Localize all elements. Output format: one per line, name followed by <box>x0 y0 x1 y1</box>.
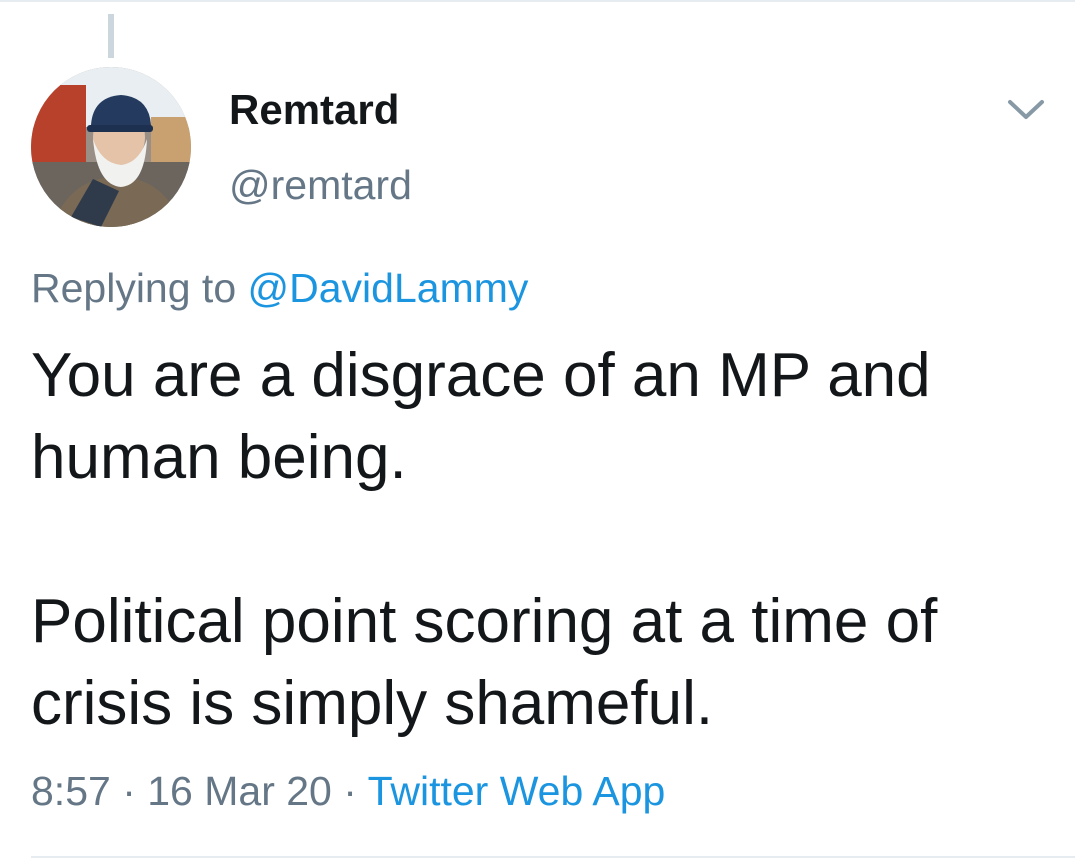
tweet-text-line: You are a disgrace of an MP and <box>31 341 931 410</box>
paragraph-break <box>31 499 1051 581</box>
replying-to-label: Replying to <box>31 265 248 311</box>
tweet-text-line: crisis is simply shameful. <box>31 669 714 738</box>
tweet-time[interactable]: 8:57 <box>31 768 111 814</box>
tweet-text-line: Political point scoring at a time of <box>31 587 938 656</box>
reply-to-handle-link[interactable]: @DavidLammy <box>248 265 529 311</box>
avatar-photo <box>31 67 191 227</box>
author-display-name[interactable]: Remtard <box>229 86 399 134</box>
meta-separator: · <box>331 768 368 814</box>
tweet-date[interactable]: 16 Mar 20 <box>147 768 332 814</box>
avatar[interactable] <box>31 67 191 227</box>
chevron-down-icon[interactable] <box>1004 94 1048 124</box>
tweet-meta: 8:57 · 16 Mar 20 · Twitter Web App <box>31 768 665 815</box>
tweet-text: You are a disgrace of an MP and human be… <box>31 335 1051 745</box>
top-divider <box>0 0 1075 2</box>
thread-connector-line <box>108 14 114 58</box>
meta-separator: · <box>110 768 148 814</box>
bottom-divider <box>31 856 1075 858</box>
tweet-source-link[interactable]: Twitter Web App <box>368 768 666 814</box>
tweet-text-line: human being. <box>31 423 407 492</box>
author-handle[interactable]: @remtard <box>229 162 412 209</box>
replying-to: Replying to @DavidLammy <box>31 265 528 312</box>
